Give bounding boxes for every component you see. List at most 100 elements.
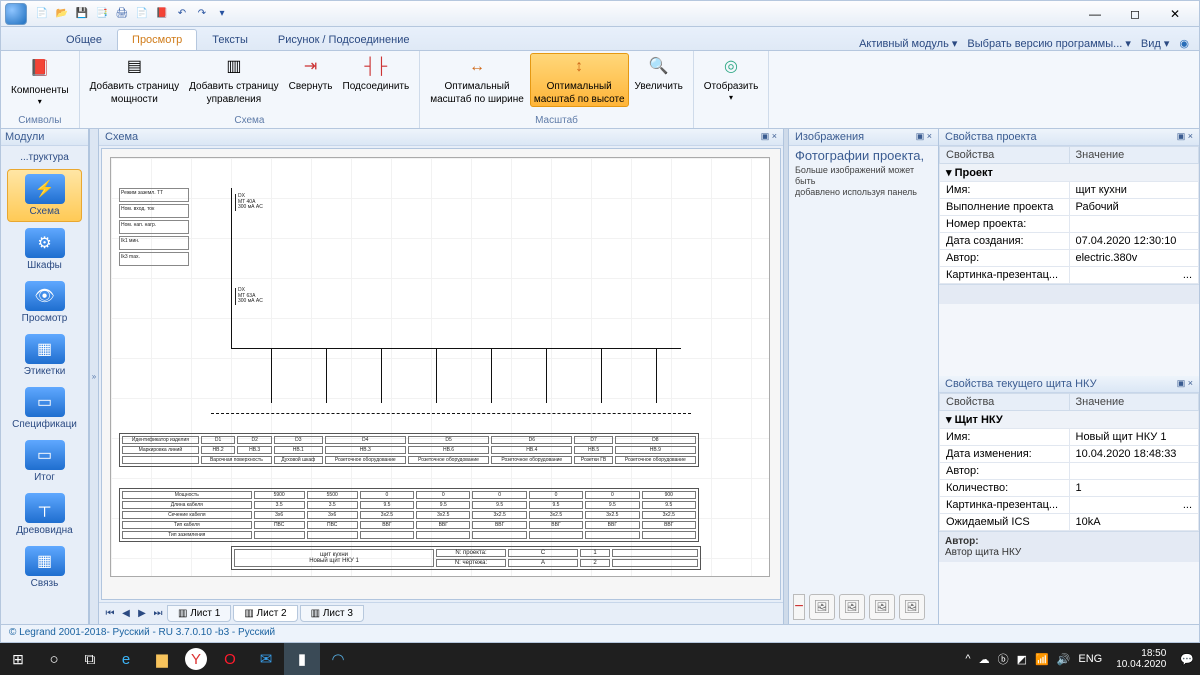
view-menu[interactable]: Вид ▾ — [1141, 37, 1169, 50]
qat-new-icon[interactable]: 📄 — [33, 5, 51, 23]
canvas-title: Схема — [105, 131, 138, 143]
info-earthing: Режим заземл. TT — [119, 188, 189, 202]
help-icon[interactable]: ◉ — [1179, 37, 1189, 50]
qat-print-icon[interactable]: 🖨 — [113, 5, 131, 23]
images-headline: Фотографии проекта, — [789, 146, 938, 165]
status-bar: © Legrand 2001-2018- Русский - RU 3.7.0.… — [1, 624, 1199, 642]
image-icon-3[interactable]: 🖼 — [869, 594, 895, 620]
zoom-button[interactable]: 🔍Увеличить — [631, 53, 687, 107]
opera-icon[interactable]: O — [212, 643, 248, 675]
tray-notifications-icon[interactable]: 💬 — [1180, 653, 1194, 666]
taskview-icon[interactable]: ⧉ — [72, 643, 108, 675]
add-image-icon[interactable]: 🖼 — [809, 594, 835, 620]
module-cabinets[interactable]: ⚙Шкафы — [7, 224, 82, 275]
tray-cloud-icon[interactable]: ☁ — [979, 653, 990, 666]
module-spec[interactable]: ▭Спецификаци — [7, 383, 82, 434]
fit-height-button[interactable]: ↕Оптимальныймасштаб по высоте — [530, 53, 629, 107]
active-module-menu[interactable]: Активный модуль ▾ — [859, 37, 957, 50]
sheet-next-icon[interactable]: ▶ — [135, 607, 149, 621]
qat-pdf-icon[interactable]: 📕 — [153, 5, 171, 23]
display-button[interactable]: ◎Отобразить▾ — [700, 53, 763, 105]
module-labels[interactable]: ▦Этикетки — [7, 330, 82, 381]
props2-pin-icon[interactable]: ▣ × — [1177, 378, 1193, 390]
sheet-prev-icon[interactable]: ◀ — [119, 607, 133, 621]
minimize-button[interactable]: — — [1075, 2, 1115, 26]
qat-doc-icon[interactable]: 📄 — [133, 5, 151, 23]
app-orb[interactable] — [5, 3, 27, 25]
components-button[interactable]: 📕 Компоненты ▾ — [7, 53, 73, 109]
modules-title: Модули — [1, 129, 88, 146]
tab-general[interactable]: Общее — [51, 29, 117, 50]
components-label: Компоненты — [11, 85, 69, 96]
qat-undo-icon[interactable]: ↶ — [173, 5, 191, 23]
sheet-last-icon[interactable]: ⏭ — [151, 607, 165, 621]
module-tree[interactable]: ┬Древовидна — [7, 489, 82, 540]
image-icon-4[interactable]: 🖼 — [899, 594, 925, 620]
qat-redo-icon[interactable]: ↷ — [193, 5, 211, 23]
tray-sound-icon[interactable]: 🔊 — [1057, 653, 1071, 666]
module-structure[interactable]: ...труктура — [7, 148, 82, 167]
search-icon[interactable]: ○ — [36, 643, 72, 675]
panel-pin-icon[interactable]: ▣ × — [761, 131, 777, 143]
qat-more-icon[interactable]: ▾ — [213, 5, 231, 23]
titlebar: 📄 📂 💾 📑 🖨 📄 📕 ↶ ↷ ▾ — ◻ ✕ — [1, 1, 1199, 27]
module-scheme[interactable]: ⚡Схема — [7, 169, 82, 222]
collapse-button[interactable]: ⇥Свернуть — [285, 53, 337, 107]
props1-pin-icon[interactable]: ▣ × — [1177, 131, 1193, 143]
gears-icon: ⚙ — [25, 228, 65, 258]
qat-saveall-icon[interactable]: 📑 — [93, 5, 111, 23]
edge-icon[interactable]: e — [108, 643, 144, 675]
tray-up-icon[interactable]: ^ — [965, 653, 970, 665]
close-button[interactable]: ✕ — [1155, 2, 1195, 26]
sidebar-expander[interactable]: » — [89, 129, 99, 624]
summary-icon: ▭ — [25, 440, 65, 470]
maximize-button[interactable]: ◻ — [1115, 2, 1155, 26]
fit-width-icon: ↔ — [465, 55, 489, 79]
windows-taskbar: ⊞ ○ ⧉ e ▆ Y O ✉ ▮ ◠ ^ ☁ ⓑ ◩ 📶 🔊 ENG 18:5… — [0, 643, 1200, 675]
info-ik3: Ik3 max. — [119, 252, 189, 266]
magnifier-icon: 🔍 — [647, 55, 671, 79]
tray-lang[interactable]: ENG — [1078, 653, 1102, 665]
images-title: Изображения — [795, 131, 864, 143]
page-control-icon: ▥ — [222, 55, 246, 79]
module-link[interactable]: ▦Связь — [7, 542, 82, 593]
add-power-page-button[interactable]: ▤Добавить страницумощности — [86, 53, 184, 107]
sheet-tab-1[interactable]: ▥ Лист 1 — [167, 605, 231, 622]
canvas-viewport[interactable]: Режим заземл. TT Ном. вход. ток Ном. нап… — [101, 148, 781, 600]
sheet-tab-2[interactable]: ▥ Лист 2 — [233, 605, 297, 622]
mail-icon[interactable]: ✉ — [248, 643, 284, 675]
add-control-page-button[interactable]: ▥Добавить страницууправления — [185, 53, 283, 107]
tray-app-icon[interactable]: ◩ — [1017, 653, 1027, 666]
delete-image-icon[interactable]: − — [793, 594, 805, 620]
images-pin-icon[interactable]: ▣ × — [916, 131, 932, 143]
drawing-canvas[interactable]: Режим заземл. TT Ном. вход. ток Ном. нап… — [110, 157, 770, 577]
fit-width-button[interactable]: ↔Оптимальныймасштаб по ширине — [426, 53, 528, 107]
display-icon: ◎ — [719, 55, 743, 79]
yandex-icon[interactable]: Y — [185, 648, 207, 670]
tab-view[interactable]: Просмотр — [117, 29, 197, 50]
tray-clock[interactable]: 18:5010.04.2020 — [1110, 648, 1172, 670]
module-summary[interactable]: ▭Итог — [7, 436, 82, 487]
start-button[interactable]: ⊞ — [0, 643, 36, 675]
qat-save-icon[interactable]: 💾 — [73, 5, 91, 23]
tray-wifi-icon[interactable]: 📶 — [1035, 653, 1049, 666]
project-properties-grid[interactable]: СвойстваЗначение ▾ Проект Имя:щит кухни … — [939, 146, 1199, 376]
ribbon: 📕 Компоненты ▾ Символы ▤Добавить страниц… — [1, 51, 1199, 129]
connect-button[interactable]: ┤├Подсоединить — [339, 53, 414, 107]
version-menu[interactable]: Выбрать версию программы... ▾ — [967, 37, 1131, 50]
link-icon: ▦ — [25, 546, 65, 576]
app2-taskbar-icon[interactable]: ◠ — [320, 643, 356, 675]
tab-texts[interactable]: Тексты — [197, 29, 263, 50]
app-taskbar-icon[interactable]: ▮ — [284, 643, 320, 675]
sheet-first-icon[interactable]: ⏮ — [103, 607, 117, 621]
image-icon-2[interactable]: 🖼 — [839, 594, 865, 620]
center-panel: Схема ▣ × Режим заземл. TT Ном. вход. ток… — [99, 129, 783, 624]
explorer-icon[interactable]: ▆ — [144, 643, 180, 675]
ribbon-tabstrip: Общее Просмотр Тексты Рисунок / Подсоеди… — [1, 27, 1199, 51]
tray-bt-icon[interactable]: ⓑ — [998, 651, 1009, 667]
tab-drawing[interactable]: Рисунок / Подсоединение — [263, 29, 425, 50]
qat-open-icon[interactable]: 📂 — [53, 5, 71, 23]
sheet-tab-3[interactable]: ▥ Лист 3 — [300, 605, 364, 622]
module-view[interactable]: 👁Просмотр — [7, 277, 82, 328]
panel-properties-grid[interactable]: СвойстваЗначение ▾ Щит НКУ Имя:Новый щит… — [939, 393, 1199, 624]
